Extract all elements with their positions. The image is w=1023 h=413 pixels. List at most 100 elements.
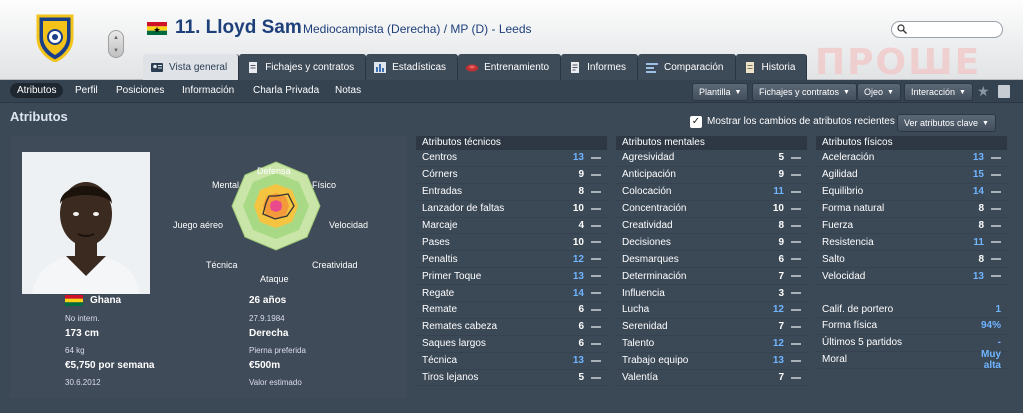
attribute-row[interactable]: Lanzador de faltas 10 [416,201,607,218]
tab-comparacion[interactable]: Comparación [638,54,736,80]
attribute-row[interactable]: Marcaje 4 [416,218,607,235]
attribute-value: 13 [572,355,584,367]
tab-entrenamiento[interactable]: Entrenamiento [458,54,562,80]
attribute-row[interactable]: Agilidad 15 [816,167,1007,184]
trend-neutral-icon [991,173,1001,176]
subnav-atributos[interactable]: Atributos [10,83,64,98]
subnav-informacion[interactable]: Información [182,85,234,96]
attribute-row[interactable]: Anticipación 9 [616,167,807,184]
radar-label-fisico: Físico [312,180,337,190]
trend-neutral-icon [791,359,801,362]
recent-changes-checkbox[interactable]: ✓ [690,116,702,128]
attribute-name: Equilibrio [822,186,864,198]
subnav-notas[interactable]: Notas [335,85,361,96]
attribute-name: Forma natural [822,203,885,215]
radar-label-tecnica: Técnica [206,260,238,270]
attribute-value: 8 [978,203,984,215]
attribute-row[interactable]: Técnica 13 [416,353,607,370]
tab-fichajes-y-contratos[interactable]: Fichajes y contratos [239,54,367,80]
attribute-row[interactable]: Trabajo equipo 13 [616,353,807,370]
tab-label: Comparación [664,61,724,73]
attribute-row[interactable]: Agresividad 5 [616,150,807,167]
search-icon [897,24,907,34]
age: 26 años [249,295,287,306]
attribute-row[interactable]: Velocidad 13 [816,268,1007,286]
attribute-value: 15 [972,169,984,181]
attribute-row[interactable]: Entradas 8 [416,184,607,201]
ojeo-dropdown[interactable]: Ojeo ▼ [857,83,901,101]
player-nav-arrows[interactable]: ▲ ▼ [108,30,124,58]
attribute-row[interactable]: Lucha 12 [616,302,807,319]
player-photo [22,152,150,294]
training-icon [466,62,479,73]
caret-down-icon: ▼ [843,88,850,96]
attribute-name: Primer Toque [422,270,482,282]
attribute-row[interactable]: Calif. de portero 1 [816,301,1007,319]
attribute-row[interactable]: Forma natural 8 [816,201,1007,218]
attribute-row[interactable]: Remates cabeza 6 [416,319,607,336]
search-input[interactable] [891,21,1003,38]
fichajes-dropdown[interactable]: Fichajes y contratos ▼ [752,83,857,101]
attribute-row[interactable]: Influencia 3 [616,285,807,303]
dropdown-label: Fichajes y contratos [759,87,840,97]
attribute-name: Creatividad [622,220,673,231]
tab-vista-general[interactable]: Vista general [143,54,240,80]
attribute-row[interactable]: Fuerza 8 [816,218,1007,235]
subnav-perfil[interactable]: Perfil [75,85,98,96]
notebook-icon[interactable] [998,85,1010,98]
attribute-row[interactable]: Centros 13 [416,150,607,167]
attribute-row[interactable]: Aceleración 13 [816,150,1007,167]
attribute-value: 13 [772,355,784,367]
tab-estadisticas[interactable]: Estadísticas [366,54,459,80]
attribute-row[interactable]: Resistencia 11 [816,234,1007,252]
subnav-charla-privada[interactable]: Charla Privada [253,85,319,96]
attribute-row[interactable]: Determinación 7 [616,268,807,286]
tab-informes[interactable]: Informes [561,54,639,80]
attribute-row[interactable]: Valentía 7 [616,370,807,387]
attribute-row[interactable]: Concentración 10 [616,201,807,218]
attribute-row[interactable]: Talento 12 [616,336,807,353]
favourite-star-icon[interactable]: ★ [977,83,990,100]
attribute-row[interactable]: Regate 14 [416,285,607,303]
attribute-row[interactable]: Remate 6 [416,302,607,319]
view-key-attributes-button[interactable]: Ver atributos clave ▼ [897,114,996,132]
plantilla-dropdown[interactable]: Plantilla ▼ [692,83,749,101]
tab-label: Fichajes y contratos [265,61,355,73]
attribute-row[interactable]: Moral Muy alta [816,349,1007,371]
attribute-name: Decisiones [622,236,671,248]
attribute-row[interactable]: Forma física 94% [816,318,1007,335]
attribute-row[interactable]: Salto 8 [816,251,1007,269]
attribute-value: 5 [778,152,784,164]
attribute-name: Remate [422,304,458,316]
attribute-name: Tiros lejanos [422,372,479,384]
interaccion-dropdown[interactable]: Interacción ▼ [904,83,973,101]
trend-neutral-icon [791,190,801,193]
attribute-value: 7 [778,270,784,282]
attribute-name: Resistencia [822,236,874,248]
dropdown-label: Plantilla [699,87,731,97]
attribute-row[interactable]: Saques largos 6 [416,336,607,353]
tab-historia[interactable]: Historia [735,54,808,80]
international-status: No intern. [65,314,100,323]
attribute-name: Pases [422,236,450,248]
attribute-row[interactable]: Decisiones 9 [616,234,807,252]
attribute-value: 7 [778,372,784,384]
attribute-value: 11 [773,186,784,198]
attribute-row[interactable]: Desmarques 6 [616,251,807,269]
attribute-row[interactable]: Tiros lejanos 5 [416,370,607,387]
attribute-row[interactable]: Colocación 11 [616,184,807,201]
attribute-row[interactable]: Córners 9 [416,167,607,184]
attribute-row[interactable]: Creatividad 8 [616,218,807,235]
nationality: Ghana [90,295,122,306]
subnav-posiciones[interactable]: Posiciones [116,85,164,96]
attribute-row[interactable]: Pases 10 [416,234,607,252]
attribute-row[interactable]: Equilibrio 14 [816,184,1007,201]
attribute-row[interactable]: Penaltis 12 [416,251,607,269]
trend-neutral-icon [591,359,601,362]
attribute-value: 10 [772,203,784,215]
document-icon [247,61,259,73]
attribute-row[interactable]: Primer Toque 13 [416,268,607,286]
report-icon [569,61,581,73]
attribute-row[interactable]: Serenidad 7 [616,319,807,336]
ghana-flag-icon [147,22,167,35]
